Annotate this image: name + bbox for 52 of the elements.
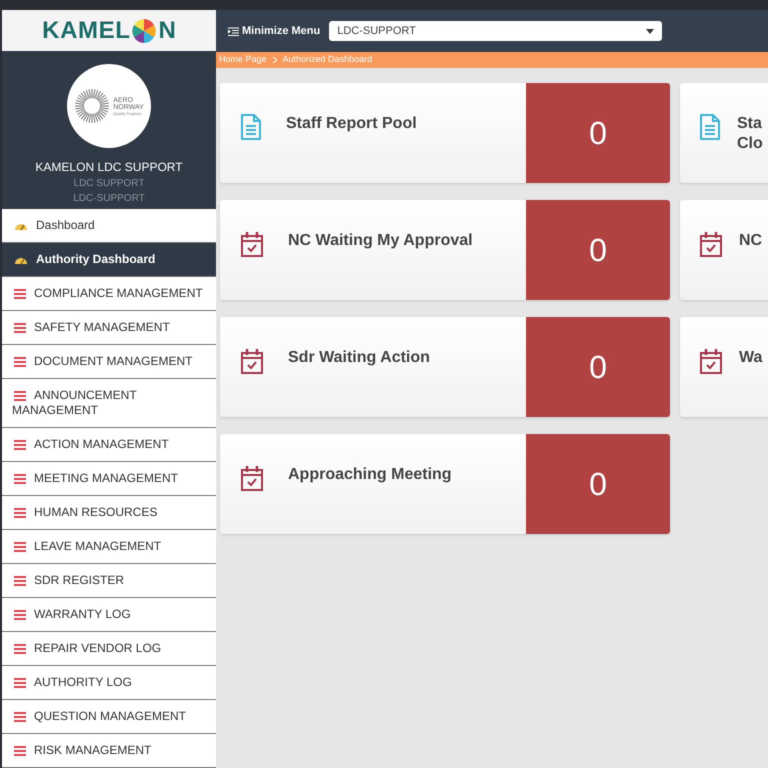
profile-role: LDC SUPPORT [74,177,144,192]
card-count: 0 [589,114,607,153]
menu-icon [14,746,26,756]
flower-logo-icon [131,18,158,44]
menu-icon [14,390,26,401]
sunburst-icon [74,88,110,124]
stat-card[interactable]: Approaching Meeting 0 [220,434,670,534]
stat-card[interactable]: NC [680,200,768,300]
menu-icon [14,356,26,367]
card-title: NC [739,231,762,251]
stat-card[interactable]: NC Waiting My Approval 0 [220,200,670,300]
card-title: NC Waiting My Approval [288,231,473,251]
card-title: Wa [739,348,762,368]
chevron-icon [272,57,277,63]
menu-icon [14,644,26,654]
stat-card[interactable]: Sta Clo [680,83,768,183]
profile-name: KAMELON LDC SUPPORT [35,159,183,176]
calendar-check-icon [240,231,264,257]
stat-card[interactable]: Staff Report Pool 0 [220,83,670,183]
calendar-check-icon [240,465,264,491]
menu-icon [14,542,26,552]
menu-icon [14,576,26,586]
menu-icon [14,610,26,620]
menu-icon [14,440,26,450]
calendar-check-icon [240,348,264,374]
minimize-menu-button[interactable]: Minimize Menu [228,22,320,40]
menu-icon [14,712,26,722]
logo-text: N [158,16,176,46]
calendar-check-icon [699,231,723,257]
sidebar-item[interactable]: Authority Dashboard [2,243,216,277]
stat-card[interactable]: Wa [680,317,768,417]
document-icon [699,114,721,140]
menu-icon [14,322,26,333]
calendar-check-icon [699,348,723,374]
card-count: 0 [589,231,607,270]
support-select[interactable]: LDC-SUPPORT [329,21,662,41]
logo-text: KAMEL [42,16,130,46]
card-count: 0 [589,465,607,504]
menu-icon [14,678,26,688]
menu-icon [14,508,26,518]
card-count: 0 [589,348,607,387]
menu-icon [14,288,26,299]
card-title: Sdr Waiting Action [288,348,430,368]
caret-icon [646,28,654,34]
stat-card[interactable]: Sdr Waiting Action 0 [220,317,670,417]
indent-icon [228,26,239,36]
card-title: Staff Report Pool [286,114,417,134]
menu-icon [14,474,26,484]
profile-username: LDC-SUPPORT [73,192,145,206]
card-title: Sta Clo [737,114,763,154]
document-icon [240,114,262,140]
card-title: Approaching Meeting [288,465,452,485]
